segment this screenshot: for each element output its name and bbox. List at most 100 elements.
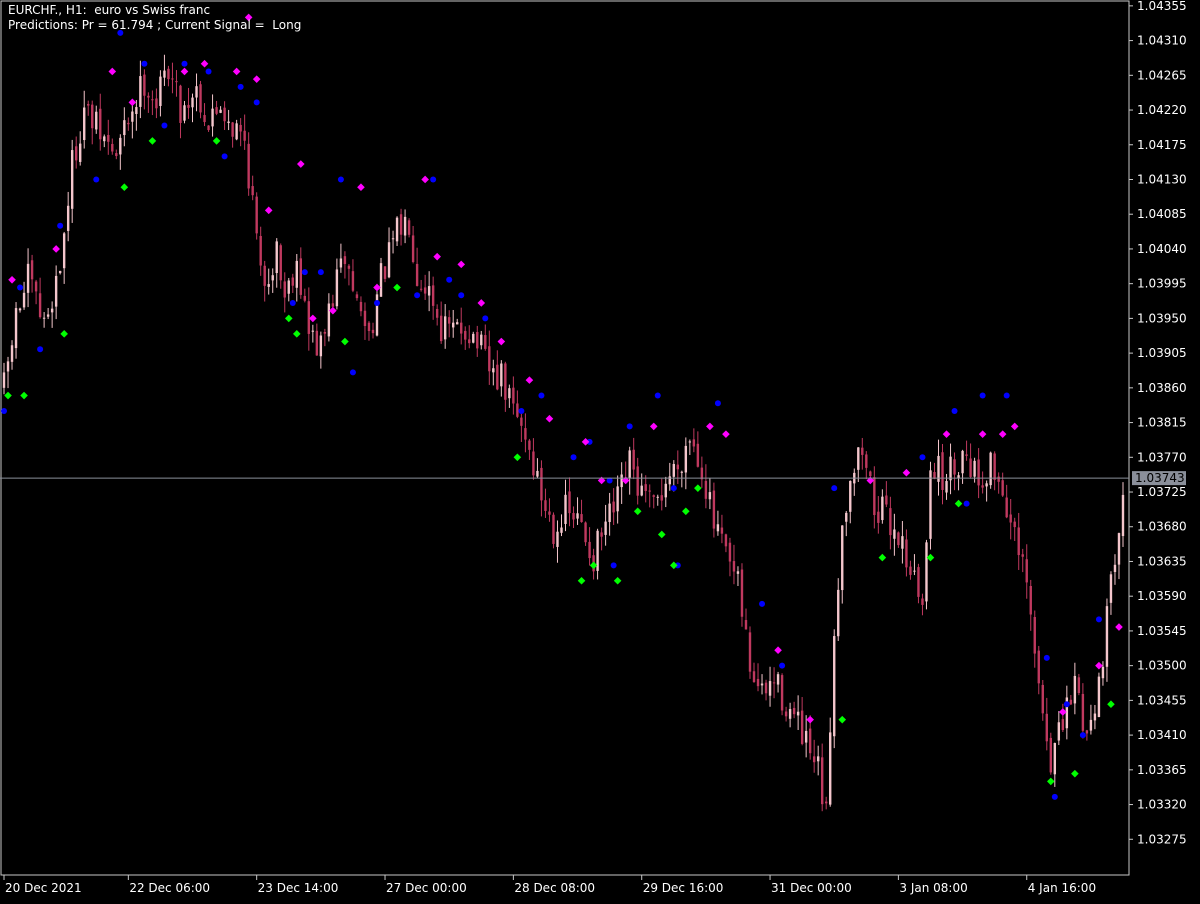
x-tick-label: 28 Dec 08:00 bbox=[514, 881, 595, 895]
signal-dot bbox=[446, 276, 453, 283]
candle bbox=[552, 512, 555, 549]
candle bbox=[207, 125, 210, 132]
sell-signal-marker bbox=[998, 430, 1007, 438]
candle-body bbox=[833, 636, 836, 737]
candle-body bbox=[696, 443, 700, 467]
price-chart[interactable]: 1.04355 1.04310 1.04265 1.04220 1.04175 1.041… bbox=[0, 0, 1200, 900]
candle-body bbox=[431, 285, 435, 306]
candle-body bbox=[901, 536, 904, 549]
signal-dot bbox=[654, 392, 661, 399]
candle bbox=[1049, 732, 1053, 775]
candle-body bbox=[1053, 743, 1057, 775]
candle bbox=[139, 60, 142, 119]
candle bbox=[957, 472, 960, 491]
candle bbox=[355, 291, 359, 301]
candle bbox=[423, 274, 427, 300]
chart-canvas[interactable]: 1.04355 1.04310 1.04265 1.04220 1.04175 1.041… bbox=[0, 0, 1200, 900]
signal-dot bbox=[759, 600, 766, 607]
candle-body bbox=[307, 301, 311, 334]
candle bbox=[744, 608, 748, 630]
candle bbox=[58, 270, 62, 275]
sell-signal-marker bbox=[108, 67, 117, 76]
candle-body bbox=[865, 454, 868, 468]
candle bbox=[921, 593, 924, 616]
candle bbox=[949, 443, 952, 495]
signal-dot bbox=[1095, 616, 1102, 623]
candle-body bbox=[279, 245, 282, 281]
candle bbox=[395, 216, 399, 247]
buy-signal-marker bbox=[926, 553, 935, 562]
candle bbox=[18, 307, 22, 313]
candle bbox=[299, 247, 302, 299]
sell-signal-marker bbox=[1010, 422, 1019, 431]
candle-body bbox=[139, 76, 142, 107]
candle-body bbox=[303, 295, 307, 301]
candle-body bbox=[247, 143, 250, 189]
signal-dot bbox=[963, 500, 970, 507]
candle bbox=[1009, 499, 1012, 540]
x-tick-label: 4 Jan 16:00 bbox=[1028, 881, 1096, 895]
y-tick-label: 1.04355 bbox=[1137, 0, 1187, 13]
y-tick-label: 1.03905 bbox=[1137, 346, 1187, 360]
candle-body bbox=[91, 104, 94, 129]
candle-body bbox=[50, 308, 54, 313]
candle bbox=[351, 259, 355, 293]
candle-body bbox=[151, 99, 154, 101]
candle-body bbox=[255, 196, 258, 234]
candle-body bbox=[600, 532, 603, 537]
candle bbox=[756, 663, 760, 692]
candle bbox=[460, 307, 463, 345]
sell-signal-marker bbox=[433, 252, 441, 261]
candle bbox=[965, 440, 968, 461]
candle bbox=[548, 498, 551, 522]
candle-body bbox=[552, 514, 555, 544]
candle bbox=[415, 247, 419, 287]
candle-body bbox=[488, 346, 491, 372]
candle-body bbox=[969, 458, 972, 477]
candle bbox=[784, 706, 788, 722]
candle-body bbox=[664, 483, 667, 498]
candle bbox=[1097, 672, 1101, 718]
y-tick-label: 1.03410 bbox=[1137, 728, 1187, 742]
candle bbox=[833, 629, 836, 749]
candle-body bbox=[688, 441, 692, 443]
sell-signal-marker bbox=[1115, 623, 1123, 631]
buy-signal-marker bbox=[633, 507, 642, 516]
candle-body bbox=[544, 500, 547, 511]
sell-signal-marker bbox=[232, 67, 241, 76]
candle-body bbox=[207, 125, 210, 131]
candle bbox=[14, 302, 18, 359]
sell-signal-marker bbox=[774, 646, 782, 655]
sell-signal-marker bbox=[978, 430, 987, 438]
candle bbox=[243, 114, 246, 150]
candle bbox=[199, 80, 202, 119]
x-tick-label: 20 Dec 2021 bbox=[5, 881, 82, 895]
candle-body bbox=[532, 451, 535, 476]
candle bbox=[816, 745, 820, 776]
candle bbox=[989, 451, 992, 489]
candle-body bbox=[6, 361, 10, 372]
signal-dot bbox=[979, 392, 986, 399]
candle-body bbox=[760, 683, 764, 686]
candle-body bbox=[395, 217, 399, 242]
candle-body bbox=[736, 571, 740, 574]
candle-body bbox=[520, 417, 523, 426]
candle bbox=[179, 84, 182, 139]
y-tick-label: 1.03680 bbox=[1137, 520, 1187, 534]
candle-body bbox=[993, 453, 996, 480]
candle-body bbox=[648, 490, 651, 492]
candle bbox=[62, 231, 66, 284]
candle-body bbox=[588, 541, 591, 559]
candle bbox=[1105, 598, 1109, 682]
candle bbox=[1021, 548, 1024, 573]
candle-body bbox=[644, 484, 647, 492]
candle-body bbox=[540, 467, 543, 501]
candle bbox=[668, 462, 671, 491]
candle bbox=[79, 131, 82, 166]
candle-body bbox=[167, 68, 170, 80]
candle bbox=[307, 287, 311, 351]
candle bbox=[1093, 704, 1097, 730]
sell-signal-marker bbox=[477, 299, 486, 307]
candle-body bbox=[744, 620, 748, 630]
candle bbox=[969, 443, 972, 479]
